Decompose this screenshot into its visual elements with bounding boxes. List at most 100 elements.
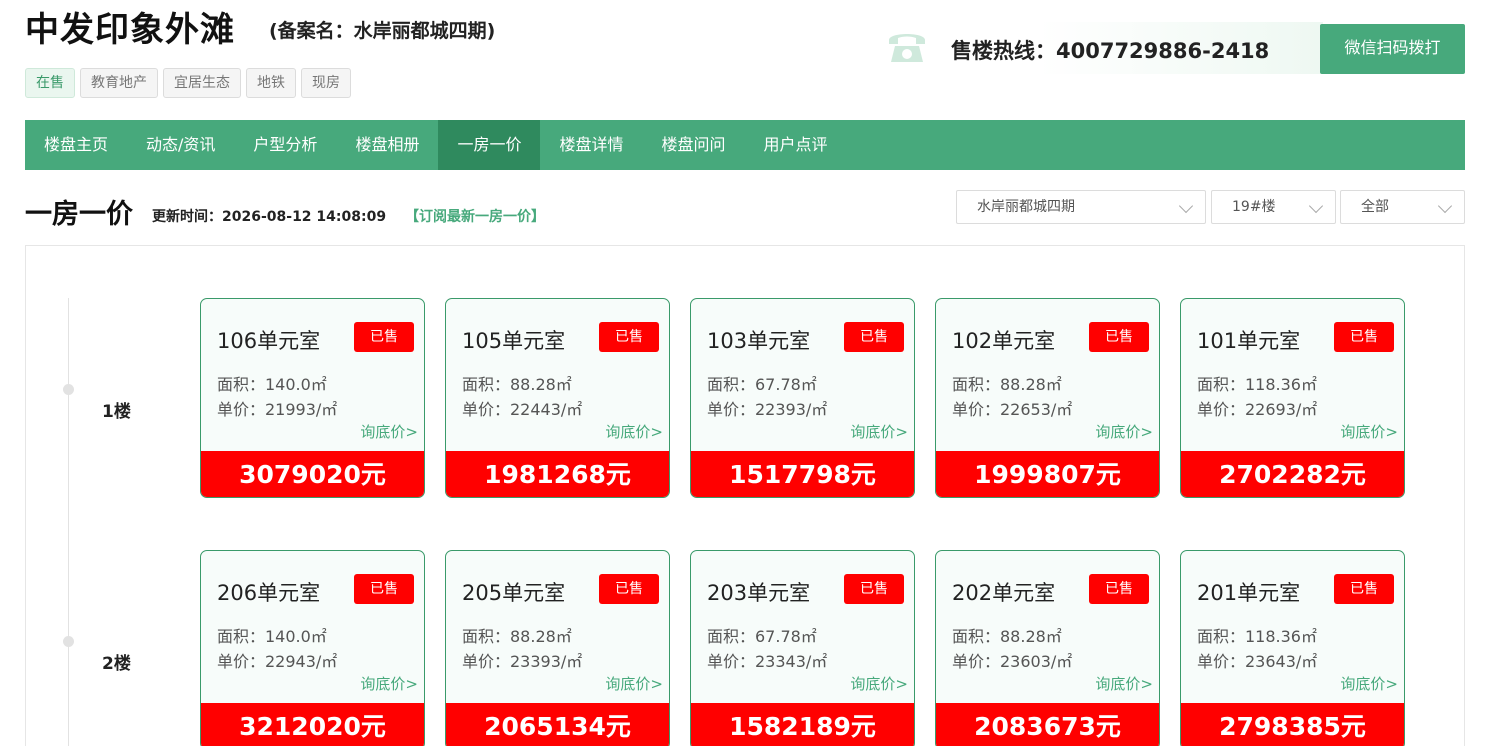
scope-select[interactable]: 全部 [1340,190,1465,224]
unit-card-106[interactable]: 106单元室 已售 面积：140.0㎡ 单价：21993/㎡ 询底价> 3079… [200,298,425,498]
nav-details[interactable]: 楼盘详情 [540,120,642,170]
room-number: 106单元室 [217,329,321,353]
nav-floorplans[interactable]: 户型分析 [234,120,336,170]
unit-area: 面积：67.78㎡ [707,627,817,646]
scope-select-value: 全部 [1361,199,1389,215]
timeline-dot [63,384,74,395]
unit-area: 面积：88.28㎡ [462,375,572,394]
total-price: 1999807元 [936,451,1159,497]
tag-ready-house: 现房 [301,68,351,98]
unit-area: 面积：140.0㎡ [217,627,327,646]
timeline-dot [63,636,74,647]
tag-education: 教育地产 [80,68,158,98]
unit-card-103[interactable]: 103单元室 已售 面积：67.78㎡ 单价：22393/㎡ 询底价> 1517… [690,298,915,498]
sold-badge: 已售 [599,322,659,352]
ask-lowest-price-link[interactable]: 询底价> [605,421,663,442]
floor-timeline [68,298,69,746]
ask-lowest-price-link[interactable]: 询底价> [1340,673,1398,694]
unit-card-101[interactable]: 101单元室 已售 面积：118.36㎡ 单价：22693/㎡ 询底价> 270… [1180,298,1405,498]
unit-card-206[interactable]: 206单元室 已售 面积：140.0㎡ 单价：22943/㎡ 询底价> 3212… [200,550,425,746]
chevron-down-icon [1308,198,1324,214]
unit-area: 面积：67.78㎡ [707,375,817,394]
section-title: 一房一价 [25,199,133,230]
project-title: 中发印象外滩 [25,10,235,50]
registration-name: (备案名：水岸丽都城四期) [269,20,496,42]
sold-badge: 已售 [1334,574,1394,604]
unit-price-per-sqm: 单价：23393/㎡ [462,652,583,671]
ask-lowest-price-link[interactable]: 询底价> [1340,421,1398,442]
unit-price-per-sqm: 单价：22943/㎡ [217,652,338,671]
chevron-down-icon [1178,198,1194,214]
nav-price-list[interactable]: 一房一价 [438,120,541,170]
unit-card-102[interactable]: 102单元室 已售 面积：88.28㎡ 单价：22653/㎡ 询底价> 1999… [935,298,1160,498]
room-number: 206单元室 [217,581,321,605]
room-number: 102单元室 [952,329,1056,353]
floor-label: 1楼 [102,402,131,422]
sold-badge: 已售 [1334,322,1394,352]
hotline-box: 售楼热线：4007729886-2418 [885,22,1323,74]
unit-price-per-sqm: 单价：22393/㎡ [707,400,828,419]
room-number: 203单元室 [707,581,811,605]
nav-news[interactable]: 动态/资讯 [127,120,234,170]
unit-board: 1楼 106单元室 已售 面积：140.0㎡ 单价：21993/㎡ 询底价> 3… [25,245,1465,746]
tag-metro: 地铁 [246,68,296,98]
room-number: 205单元室 [462,581,566,605]
ask-lowest-price-link[interactable]: 询底价> [360,421,418,442]
total-price: 3212020元 [201,703,424,746]
unit-price-per-sqm: 单价：23643/㎡ [1197,652,1318,671]
wechat-scan-call-button[interactable]: 微信扫码拨打 [1320,24,1465,74]
ask-lowest-price-link[interactable]: 询底价> [1095,421,1153,442]
ask-lowest-price-link[interactable]: 询底价> [850,673,908,694]
room-number: 105单元室 [462,329,566,353]
nav-album[interactable]: 楼盘相册 [336,120,438,170]
room-number: 103单元室 [707,329,811,353]
room-number: 101单元室 [1197,329,1301,353]
unit-price-per-sqm: 单价：21993/㎡ [217,400,338,419]
sold-badge: 已售 [599,574,659,604]
unit-price-per-sqm: 单价：22693/㎡ [1197,400,1318,419]
sold-badge: 已售 [354,322,414,352]
unit-card-203[interactable]: 203单元室 已售 面积：67.78㎡ 单价：23343/㎡ 询底价> 1582… [690,550,915,746]
unit-area: 面积：140.0㎡ [217,375,327,394]
project-select[interactable]: 水岸丽都城四期 [956,190,1206,224]
nav-reviews[interactable]: 用户点评 [745,120,847,170]
unit-card-201[interactable]: 201单元室 已售 面积：118.36㎡ 单价：23643/㎡ 询底价> 279… [1180,550,1405,746]
chevron-down-icon [1437,198,1453,214]
unit-area: 面积：88.28㎡ [952,375,1062,394]
room-number: 202单元室 [952,581,1056,605]
update-time: 更新时间：2026-08-12 14:08:09 [152,209,387,225]
sold-badge: 已售 [1089,574,1149,604]
unit-price-per-sqm: 单价：23343/㎡ [707,652,828,671]
total-price: 2702282元 [1181,451,1404,497]
unit-card-202[interactable]: 202单元室 已售 面积：88.28㎡ 单价：23603/㎡ 询底价> 2083… [935,550,1160,746]
building-select[interactable]: 19#楼 [1211,190,1336,224]
project-select-value: 水岸丽都城四期 [977,199,1075,215]
tag-ecology: 宜居生态 [163,68,241,98]
ask-lowest-price-link[interactable]: 询底价> [605,673,663,694]
sold-badge: 已售 [354,574,414,604]
unit-area: 面积：118.36㎡ [1197,627,1317,646]
total-price: 2798385元 [1181,703,1404,746]
sold-badge: 已售 [1089,322,1149,352]
unit-price-per-sqm: 单价：22653/㎡ [952,400,1073,419]
unit-price-per-sqm: 单价：23603/㎡ [952,652,1073,671]
total-price: 3079020元 [201,451,424,497]
nav-questions[interactable]: 楼盘问问 [642,120,744,170]
nav-home[interactable]: 楼盘主页 [25,120,127,170]
price-list-header: 一房一价 更新时间：2026-08-12 14:08:09 【订阅最新一房一价】… [25,190,1465,230]
page-header: 中发印象外滩 (备案名：水岸丽都城四期) 在售 教育地产 宜居生态 地铁 现房 … [25,0,1465,110]
unit-price-per-sqm: 单价：22443/㎡ [462,400,583,419]
subscribe-link[interactable]: 【订阅最新一房一价】 [405,206,545,226]
phone-icon [889,34,925,62]
ask-lowest-price-link[interactable]: 询底价> [850,421,908,442]
ask-lowest-price-link[interactable]: 询底价> [1095,673,1153,694]
total-price: 1981268元 [446,451,669,497]
unit-area: 面积：88.28㎡ [952,627,1062,646]
unit-card-105[interactable]: 105单元室 已售 面积：88.28㎡ 单价：22443/㎡ 询底价> 1981… [445,298,670,498]
hotline-number: 售楼热线：4007729886-2418 [951,39,1270,63]
unit-card-205[interactable]: 205单元室 已售 面积：88.28㎡ 单价：23393/㎡ 询底价> 2065… [445,550,670,746]
total-price: 2083673元 [936,703,1159,746]
sold-badge: 已售 [844,322,904,352]
ask-lowest-price-link[interactable]: 询底价> [360,673,418,694]
building-select-value: 19#楼 [1232,199,1276,215]
